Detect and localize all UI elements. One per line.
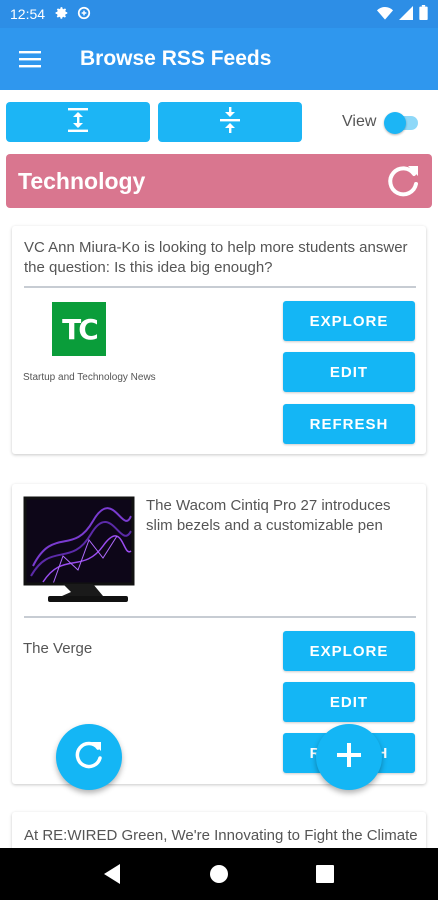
category-header[interactable]: Technology	[6, 154, 432, 208]
category-refresh-icon[interactable]	[384, 162, 422, 200]
feed-headline[interactable]: VC Ann Miura-Ko is looking to help more …	[24, 238, 416, 278]
view-toggle[interactable]	[384, 112, 420, 134]
source-name: The Verge	[23, 640, 93, 657]
app-bar: Browse RSS Feeds	[0, 28, 438, 90]
expand-all-button[interactable]	[6, 102, 150, 142]
settings-icon	[55, 6, 69, 23]
refresh-icon	[72, 738, 106, 777]
collapse-vertical-icon	[220, 106, 240, 138]
signal-icon	[399, 5, 413, 23]
app-title: Browse RSS Feeds	[80, 47, 272, 70]
edit-button[interactable]: EDIT	[283, 682, 415, 722]
category-title: Technology	[18, 167, 146, 194]
add-icon	[335, 741, 363, 774]
explore-button[interactable]: EXPLORE	[283, 631, 415, 671]
screen: 12:54 Browse RSS Feeds View Technology V…	[0, 0, 438, 900]
expand-vertical-icon	[68, 107, 88, 137]
divider	[24, 286, 416, 288]
source-caption: Startup and Technology News	[23, 372, 156, 383]
feed-headline[interactable]: The Wacom Cintiq Pro 27 introduces slim …	[146, 496, 416, 536]
logo-text: TC	[62, 312, 99, 346]
status-bar: 12:54	[0, 0, 438, 28]
divider	[24, 616, 416, 618]
refresh-button[interactable]: REFRESH	[283, 404, 415, 444]
data-saver-icon	[77, 6, 91, 23]
collapse-all-button[interactable]	[158, 102, 302, 142]
edit-button[interactable]: EDIT	[283, 352, 415, 392]
recents-icon[interactable]	[305, 854, 345, 894]
home-icon[interactable]	[199, 854, 239, 894]
refresh-fab[interactable]	[56, 724, 122, 790]
add-fab[interactable]	[316, 724, 382, 790]
techcrunch-logo: TC	[52, 302, 106, 356]
navigation-bar	[0, 848, 438, 900]
wifi-icon	[377, 6, 393, 23]
battery-icon	[419, 5, 428, 23]
status-time: 12:54	[10, 6, 46, 22]
back-icon[interactable]	[93, 854, 133, 894]
view-label: View	[342, 113, 377, 130]
explore-button[interactable]: EXPLORE	[283, 301, 415, 341]
feed-headline[interactable]: At RE:WIRED Green, We're Innovating to F…	[24, 826, 424, 846]
feed-card: VC Ann Miura-Ko is looking to help more …	[12, 226, 426, 454]
toggle-thumb	[384, 112, 406, 134]
toolbar-row: View	[0, 100, 438, 144]
article-thumbnail[interactable]	[23, 496, 135, 606]
menu-icon[interactable]	[0, 28, 60, 90]
